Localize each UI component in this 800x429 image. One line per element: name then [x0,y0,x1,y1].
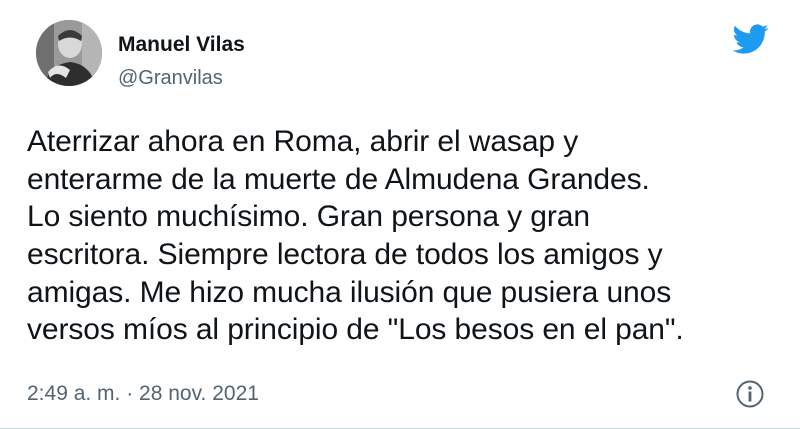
tweet-line: amigas. Me hizo mucha ilusión que pusier… [27,275,672,309]
tweet-line: escritora. Siempre lectora de todos los … [27,238,663,272]
twitter-bird-icon[interactable] [731,23,769,55]
author-handle[interactable]: @Granvilas [118,66,223,90]
tweet-timestamp[interactable]: 2:49 a. m. · 28 nov. 2021 [27,381,259,407]
person-photo-icon [36,20,102,86]
tweet-line: versos míos al principio de "Los besos e… [27,313,684,347]
author-name[interactable]: Manuel Vilas [118,32,245,58]
tweet-text: Aterrizar ahora en Roma, abrir el wasap … [27,123,777,349]
tweet-line: Lo siento muchísimo. Gran persona y gran [27,200,590,234]
info-icon[interactable] [734,378,766,410]
tweet-line: enterarme de la muerte de Almudena Grand… [27,162,650,196]
tweet-card: Manuel Vilas @Granvilas Aterrizar ahora … [0,0,800,429]
avatar[interactable] [36,20,102,86]
tweet-line: Aterrizar ahora en Roma, abrir el wasap … [27,125,579,158]
